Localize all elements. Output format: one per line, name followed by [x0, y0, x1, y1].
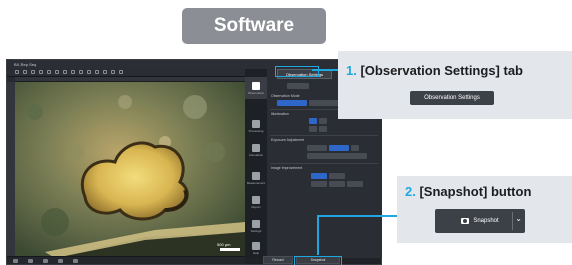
nav-item-report[interactable]: Report — [245, 191, 267, 213]
exposure-option[interactable] — [351, 145, 359, 151]
nav-item-label: Processing — [248, 128, 264, 133]
microscope-image — [15, 82, 245, 258]
status-icon — [28, 258, 33, 263]
image-viewer-panel: 500 µm — [7, 77, 245, 258]
callout-card-snapshot: 2. [Snapshot] button Snapshot ⌄ — [397, 176, 572, 243]
side-navigation: Observation Processing Annotation Measur… — [245, 69, 267, 258]
record-button[interactable]: Record — [263, 256, 293, 264]
callout-line-2 — [317, 215, 397, 217]
settings-row-label: Exposure Adjustment — [271, 138, 305, 142]
toolbar-icon[interactable] — [63, 70, 67, 74]
toolbar-icon[interactable] — [103, 70, 107, 74]
observation-settings-button-preview: Observation Settings — [410, 91, 494, 105]
toolbar-icon[interactable] — [87, 70, 91, 74]
nav-item-measurement[interactable]: Measurement — [245, 167, 267, 189]
stage: Software BX-Rep.Seq 500 µm Observation P… — [0, 0, 572, 265]
camera-icon — [461, 218, 470, 224]
window-title: BX-Rep.Seq — [14, 61, 37, 67]
highlight-snapshot-button — [294, 256, 342, 265]
toolbar-icon[interactable] — [79, 70, 83, 74]
microscope-icon — [252, 81, 260, 90]
scale-label: 500 µm — [217, 242, 231, 247]
toolbar-icon[interactable] — [95, 70, 99, 74]
mode-option[interactable] — [277, 100, 307, 106]
status-bar — [7, 256, 245, 264]
nav-item-label: Measurement — [246, 180, 266, 185]
status-icon — [73, 258, 78, 263]
improvement-option[interactable] — [311, 181, 327, 187]
app-window: BX-Rep.Seq 500 µm Observation Processing… — [6, 59, 382, 265]
callout-line-2-vertical — [317, 215, 319, 255]
status-icon — [13, 258, 18, 263]
toolbar-icon[interactable] — [111, 70, 115, 74]
illumination-toggle[interactable] — [319, 118, 327, 124]
callout-line-1 — [312, 69, 338, 71]
illumination-toggle[interactable] — [309, 126, 317, 132]
callout-text: [Snapshot] button — [419, 184, 532, 199]
nav-item-observation[interactable]: Observation — [245, 77, 267, 99]
callout-number: 2. — [405, 184, 416, 199]
nav-item-label: Observation — [247, 90, 265, 95]
scale-bar — [220, 248, 240, 251]
nav-item-label: Annotation — [248, 152, 264, 157]
toolbar-icon[interactable] — [23, 70, 27, 74]
nav-item-settings[interactable]: Settings — [245, 215, 267, 237]
improvement-option[interactable] — [329, 181, 345, 187]
objective-select[interactable] — [287, 83, 309, 89]
nav-item-annotation[interactable]: Annotation — [245, 139, 267, 161]
settings-row-label: Observation Mode — [271, 94, 300, 98]
toolbar-icon[interactable] — [119, 70, 123, 74]
nav-item-label: Help — [252, 250, 260, 255]
exposure-option[interactable] — [329, 145, 349, 151]
document-icon — [252, 241, 260, 250]
divider — [270, 163, 378, 164]
improvement-option[interactable] — [347, 181, 363, 187]
nav-item-processing[interactable]: Processing — [245, 115, 267, 137]
pen-icon — [252, 143, 260, 152]
callout-title: 2. [Snapshot] button — [405, 184, 531, 199]
chevron-down-icon: ⌄ — [515, 214, 522, 223]
status-icon — [58, 258, 63, 263]
improvement-option[interactable] — [329, 173, 345, 179]
toolbar-icon[interactable] — [71, 70, 75, 74]
ruler-icon — [252, 171, 260, 180]
software-pill: Software — [182, 8, 326, 44]
nav-item-label: Report — [251, 204, 261, 209]
report-icon — [252, 195, 260, 204]
titlebar: BX-Rep.Seq — [7, 60, 381, 68]
improvement-option[interactable] — [311, 173, 327, 179]
callout-title: 1. [Observation Settings] tab — [346, 63, 523, 78]
settings-icon — [252, 219, 260, 228]
live-image[interactable]: 500 µm — [15, 82, 245, 258]
illumination-toggle[interactable] — [309, 118, 317, 124]
ruler-vertical — [7, 82, 15, 258]
divider — [270, 135, 378, 136]
snapshot-button-label: Snapshot — [473, 218, 499, 224]
exposure-option[interactable] — [307, 145, 327, 151]
toolbar-icon[interactable] — [47, 70, 51, 74]
callout-card-observation-settings: 1. [Observation Settings] tab Observatio… — [338, 51, 572, 119]
toolbar-icon[interactable] — [31, 70, 35, 74]
nav-item-label: Settings — [250, 228, 262, 233]
toolbar-icon[interactable] — [39, 70, 43, 74]
illumination-toggle[interactable] — [319, 126, 327, 132]
separator — [512, 212, 513, 230]
snapshot-button-preview: Snapshot ⌄ — [435, 209, 525, 233]
callout-number: 1. — [346, 63, 357, 78]
highlight-observation-tab — [275, 66, 319, 77]
toolbar-icon[interactable] — [15, 70, 19, 74]
exposure-slider[interactable] — [307, 153, 367, 159]
toolbar-icon[interactable] — [55, 70, 59, 74]
settings-row-label: Image Improvement — [271, 166, 303, 170]
mode-option[interactable] — [309, 100, 339, 106]
settings-row-label: Illumination — [271, 112, 289, 116]
status-icon — [43, 258, 48, 263]
callout-text: [Observation Settings] tab — [360, 63, 523, 78]
processing-icon — [252, 119, 260, 128]
